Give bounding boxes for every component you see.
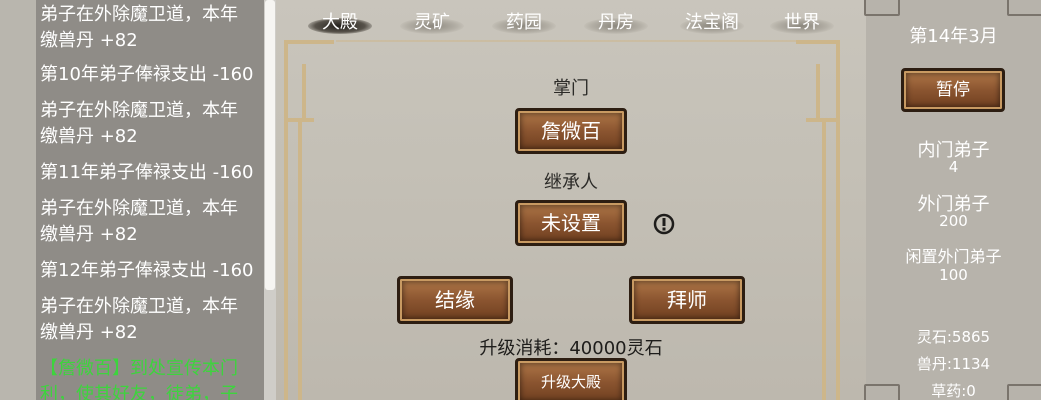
- tab-alchemy-room[interactable]: 丹房: [576, 8, 656, 38]
- apprentice-button[interactable]: 拜师: [629, 276, 745, 324]
- log-entry: 缴兽丹 +82: [40, 224, 138, 245]
- frame-right-knot: [816, 64, 820, 120]
- frame-right-inner-line: [822, 120, 826, 400]
- log-entry: 弟子在外除魔卫道，本年: [40, 296, 238, 317]
- tab-spirit-mine[interactable]: 灵矿: [392, 8, 472, 38]
- successor-label: 继承人: [544, 172, 598, 193]
- log-entry: 第11年弟子俸禄支出 -160: [40, 162, 254, 183]
- exclamation-circle-icon[interactable]: [653, 213, 675, 235]
- outer-disciples-value: 200: [939, 212, 968, 230]
- log-entry: 缴兽丹 +82: [40, 126, 138, 147]
- panel-corner-ornament: [1007, 0, 1041, 16]
- tab-label: 丹房: [598, 12, 634, 33]
- tab-label: 药园: [506, 12, 542, 33]
- log-entry: 弟子在外除魔卫道，本年: [40, 100, 238, 121]
- master-name-button[interactable]: 詹微百: [515, 108, 627, 154]
- tab-label: 大殿: [322, 12, 358, 33]
- frame-left-corner-line: [284, 118, 314, 122]
- tab-label: 法宝阁: [685, 12, 739, 33]
- herb-count: 草药:0: [931, 382, 976, 400]
- inner-disciples-value: 4: [948, 158, 959, 176]
- upgrade-hall-button[interactable]: 升级大殿: [515, 358, 627, 400]
- log-entry: 弟子在外除魔卫道，本年: [40, 4, 238, 25]
- master-label: 掌门: [553, 78, 589, 99]
- idle-outer-disciples-label: 闲置外门弟子: [905, 247, 1002, 266]
- frame-left-line: [284, 40, 288, 400]
- tab-main-hall[interactable]: 大殿: [300, 8, 380, 38]
- frame-right-line: [836, 40, 840, 400]
- upgrade-cost-text: 升级消耗：40000灵石: [479, 338, 663, 359]
- event-log-panel[interactable]: 弟子在外除魔卫道，本年 缴兽丹 +82 第10年弟子俸禄支出 -160 弟子在外除魔卫…: [36, 0, 264, 400]
- tab-label: 灵矿: [414, 12, 450, 33]
- log-entry: 第10年弟子俸禄支出 -160: [40, 64, 254, 85]
- game-date: 第14年3月: [909, 26, 998, 47]
- log-entry: 【詹微百】到处宣传本门: [40, 358, 238, 379]
- successor-button[interactable]: 未设置: [515, 200, 627, 246]
- frame-left-inner-line: [298, 120, 302, 400]
- frame-left-knot: [302, 64, 306, 120]
- tab-treasure-pavilion[interactable]: 法宝阁: [672, 8, 752, 38]
- tab-label: 世界: [784, 12, 820, 33]
- beast-pill-count: 兽丹:1134: [916, 355, 991, 373]
- log-entry: 弟子在外除魔卫道，本年: [40, 198, 238, 219]
- panel-corner-ornament: [864, 0, 900, 16]
- spirit-stone-count: 灵石:5865: [916, 328, 991, 346]
- pause-button[interactable]: 暂停: [901, 68, 1005, 112]
- bond-button[interactable]: 结缘: [397, 276, 513, 324]
- tab-herb-garden[interactable]: 药园: [484, 8, 564, 38]
- log-entry: 第12年弟子俸禄支出 -160: [40, 260, 254, 281]
- frame-right-corner-line: [806, 118, 836, 122]
- log-entry: 缴兽丹 +82: [40, 322, 138, 343]
- tab-world[interactable]: 世界: [762, 8, 842, 38]
- log-scrollbar[interactable]: [264, 0, 276, 400]
- log-entry: 利，使其好友，徒弟，子: [40, 384, 238, 400]
- idle-outer-disciples-value: 100: [939, 266, 968, 284]
- log-entry: 缴兽丹 +82: [40, 30, 138, 51]
- sect-info-panel: 第14年3月 暂停 内门弟子 4 外门弟子 200 闲置外门弟子 100 灵石:…: [864, 0, 1041, 400]
- log-scrollbar-thumb[interactable]: [265, 0, 275, 290]
- main-hall-panel: 大殿 灵矿 药园 丹房 法宝阁 世界 掌门 詹微百 继承人 未设置 结缘 拜师 …: [276, 0, 866, 400]
- tab-bar: 大殿 灵矿 药园 丹房 法宝阁 世界: [276, 0, 866, 44]
